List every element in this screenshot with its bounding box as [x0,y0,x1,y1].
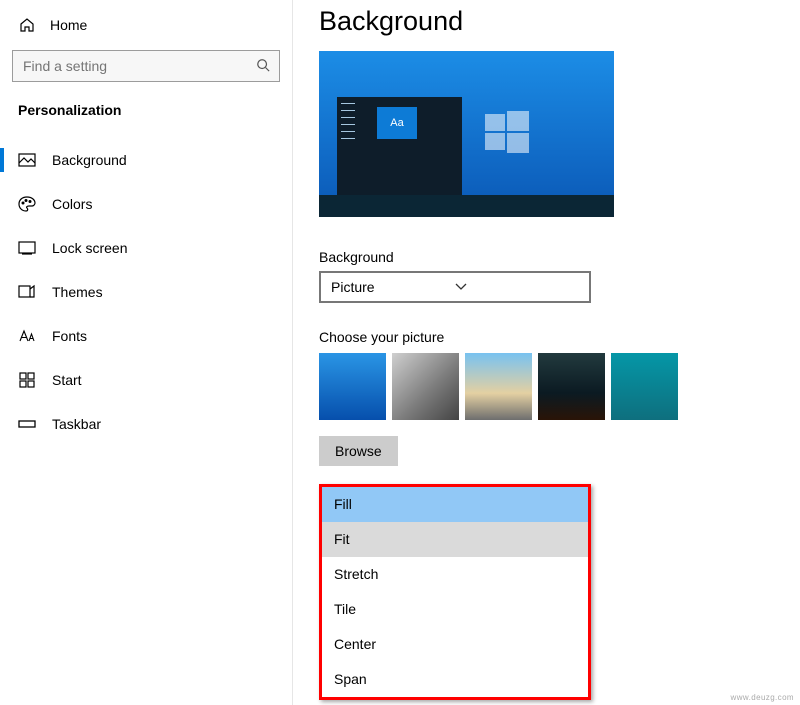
background-dropdown[interactable]: Picture [319,271,591,303]
settings-sidebar: Home Personalization Backgrou [0,0,293,705]
picture-thumbnail[interactable] [465,353,532,420]
search-input[interactable] [12,50,280,82]
choose-picture-label: Choose your picture [319,329,780,345]
fit-dropdown-open[interactable]: Fill Fit Stretch Tile Center Span [319,484,591,700]
fit-option-center[interactable]: Center [322,627,588,662]
fit-option-tile[interactable]: Tile [322,592,588,627]
picture-thumbnails [319,353,780,420]
picture-thumbnail[interactable] [611,353,678,420]
section-title: Personalization [0,94,292,132]
preview-sample-tile: Aa [377,107,417,139]
picture-thumbnail[interactable] [538,353,605,420]
fit-option-fill[interactable]: Fill [322,487,588,522]
sidebar-item-label: Lock screen [52,240,127,256]
sidebar-item-taskbar[interactable]: Taskbar [0,402,292,446]
sidebar-item-lock-screen[interactable]: Lock screen [0,226,292,270]
background-preview: Aa [319,51,614,217]
sidebar-item-label: Start [52,372,82,388]
chevron-down-icon [455,283,579,291]
windows-logo-icon [485,111,529,155]
fit-option-span[interactable]: Span [322,662,588,697]
sidebar-item-label: Taskbar [52,416,101,432]
picture-icon [18,151,36,169]
palette-icon [18,195,36,213]
sidebar-item-label: Themes [52,284,103,300]
home-icon [18,16,36,34]
fit-option-fit[interactable]: Fit [322,522,588,557]
lock-screen-icon [18,239,36,257]
sidebar-item-label: Background [52,152,127,168]
sidebar-item-label: Fonts [52,328,87,344]
start-icon [18,371,36,389]
dropdown-value: Picture [331,279,455,295]
home-button[interactable]: Home [0,8,292,44]
fit-option-stretch[interactable]: Stretch [322,557,588,592]
sidebar-item-label: Colors [52,196,92,212]
sidebar-item-background[interactable]: Background [0,138,292,182]
background-label: Background [319,249,780,265]
home-label: Home [50,17,87,33]
sidebar-item-themes[interactable]: Themes [0,270,292,314]
fonts-icon [18,327,36,345]
watermark: www.deuzg.com [731,693,794,702]
browse-button[interactable]: Browse [319,436,398,466]
search-icon [256,58,270,72]
themes-icon [18,283,36,301]
main-panel: Background Aa Background Picture Choo [293,0,800,705]
page-title: Background [319,6,780,37]
nav-list: Background Colors Lock screen [0,138,292,446]
sidebar-item-fonts[interactable]: Fonts [0,314,292,358]
sidebar-item-start[interactable]: Start [0,358,292,402]
picture-thumbnail[interactable] [392,353,459,420]
sidebar-item-colors[interactable]: Colors [0,182,292,226]
taskbar-icon [18,415,36,433]
picture-thumbnail[interactable] [319,353,386,420]
